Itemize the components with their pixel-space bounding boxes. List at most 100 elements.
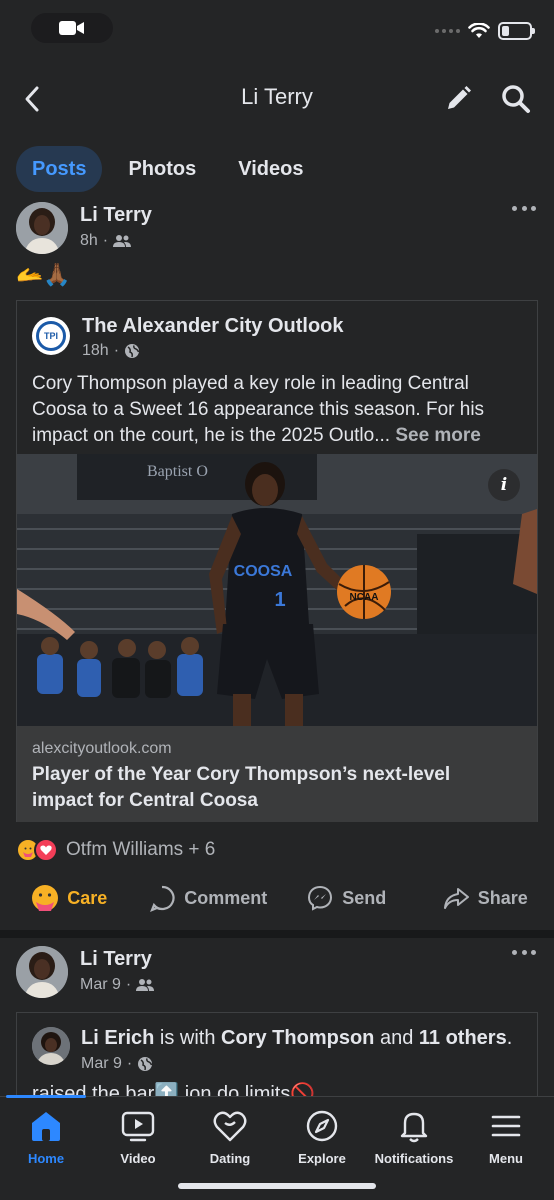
- post-time: 8h: [80, 232, 98, 249]
- post-text: 🫴🙏🏾: [16, 262, 71, 287]
- tab-posts[interactable]: Posts: [16, 146, 103, 192]
- post-actions: Care Comment Send Share: [0, 876, 554, 920]
- home-indicator[interactable]: [178, 1183, 376, 1189]
- tab-video[interactable]: Video: [92, 1109, 184, 1166]
- link-domain: alexcityoutlook.com: [32, 740, 172, 757]
- care-label: Care: [67, 887, 108, 908]
- link-title: Player of the Year Cory Thompson’s next-…: [32, 764, 451, 811]
- shared-post-text: Cory Thompson played a key role in leadi…: [32, 371, 526, 449]
- messenger-icon: [308, 885, 333, 911]
- page-logo[interactable]: TPI: [32, 317, 70, 355]
- period-text: .: [506, 1027, 513, 1049]
- share-icon: [443, 888, 469, 909]
- checkin-author[interactable]: Li Erich: [81, 1027, 154, 1049]
- pencil-icon: [448, 86, 471, 109]
- avatar[interactable]: [16, 946, 68, 998]
- banner-text: Baptist O: [147, 463, 208, 480]
- shared-post-meta: 18h ·: [82, 342, 140, 360]
- post-meta: Mar 9 ·: [80, 976, 155, 994]
- more-options-button[interactable]: [512, 950, 536, 960]
- friends-icon: [113, 235, 132, 247]
- and-text: and: [374, 1027, 419, 1049]
- tab-dating[interactable]: Dating: [184, 1109, 276, 1166]
- tagged-line: Li Erich is with Cory Thompson and 11 ot…: [81, 1027, 512, 1050]
- signal-icon: [435, 29, 460, 33]
- post-header: Li Terry 8h ·: [16, 202, 538, 258]
- separator-dot: ·: [125, 976, 132, 993]
- shared-page-name[interactable]: The Alexander City Outlook: [82, 315, 344, 338]
- shared-post-meta: Mar 9 ·: [81, 1055, 153, 1073]
- tab-notifications[interactable]: Notifications: [368, 1109, 460, 1166]
- share-label: Share: [477, 887, 528, 908]
- shared-post-time: 18h: [82, 342, 109, 359]
- separator-dot: ·: [102, 232, 109, 249]
- care-icon: [32, 885, 59, 911]
- search-icon: [502, 85, 530, 113]
- comment-label: Comment: [184, 887, 268, 908]
- link-preview[interactable]: alexcityoutlook.com Player of the Year C…: [17, 726, 537, 822]
- top-nav: Li Terry: [0, 70, 554, 128]
- jersey-text: COOSA: [234, 563, 293, 580]
- explore-icon: [306, 1110, 338, 1142]
- profile-tabs: Posts Photos Videos: [16, 146, 319, 192]
- share-button[interactable]: Share: [416, 876, 554, 920]
- page-logo-text: TPI: [36, 321, 66, 351]
- send-button[interactable]: Send: [277, 876, 416, 920]
- tab-photos[interactable]: Photos: [112, 146, 212, 192]
- separator-dot: ·: [126, 1055, 133, 1072]
- home-icon: [32, 1112, 60, 1141]
- tab-videos[interactable]: Videos: [222, 146, 319, 192]
- video-icon: [121, 1111, 155, 1142]
- shared-post[interactable]: TPI The Alexander City Outlook 18h · Cor…: [16, 300, 538, 822]
- wifi-icon: [468, 23, 490, 38]
- article-image[interactable]: Baptist O COOSA 1 NCAA i: [17, 454, 537, 726]
- shared-post[interactable]: Li Erich is with Cory Thompson and 11 ot…: [16, 1012, 538, 1102]
- tab-label: Video: [120, 1151, 156, 1166]
- jersey-number: 1: [274, 589, 285, 611]
- ball-text: NCAA: [350, 592, 379, 603]
- status-bar: [0, 0, 554, 60]
- more-options-button[interactable]: [512, 206, 536, 216]
- avatar[interactable]: [32, 1027, 70, 1065]
- send-label: Send: [342, 887, 387, 908]
- post-author[interactable]: Li Terry: [80, 948, 152, 971]
- post-header: Li Terry Mar 9 ·: [16, 946, 538, 1002]
- battery-icon: [498, 22, 535, 40]
- post-author[interactable]: Li Terry: [80, 204, 152, 227]
- video-call-indicator[interactable]: [31, 13, 113, 43]
- menu-icon: [491, 1115, 521, 1137]
- separator-dot: ·: [113, 342, 120, 359]
- globe-icon: [138, 1057, 153, 1071]
- tab-label: Dating: [209, 1151, 251, 1166]
- tab-explore[interactable]: Explore: [276, 1109, 368, 1166]
- with-text: is with: [154, 1027, 222, 1049]
- edit-button[interactable]: [442, 83, 474, 115]
- video-camera-icon: [59, 21, 84, 35]
- comment-button[interactable]: Comment: [139, 876, 278, 920]
- reactions-summary[interactable]: Otfm Williams + 6: [16, 838, 215, 862]
- post-divider: [0, 930, 554, 938]
- care-button[interactable]: Care: [0, 876, 139, 920]
- tagged-others[interactable]: 11 others: [419, 1027, 507, 1049]
- status-icons: [435, 22, 535, 40]
- see-more-link[interactable]: See more: [395, 425, 481, 446]
- tab-home[interactable]: Home: [0, 1109, 92, 1166]
- post-time: Mar 9: [80, 976, 121, 993]
- globe-icon: [125, 344, 140, 358]
- tab-label: Home: [27, 1151, 65, 1166]
- reaction-count: Otfm Williams + 6: [66, 839, 216, 860]
- friends-icon: [136, 979, 155, 991]
- post-meta: 8h ·: [80, 232, 132, 250]
- search-button[interactable]: [500, 83, 532, 115]
- tab-menu[interactable]: Menu: [460, 1109, 552, 1166]
- tagged-person[interactable]: Cory Thompson: [221, 1027, 374, 1049]
- dating-icon: [213, 1111, 247, 1142]
- comment-icon: [150, 885, 175, 912]
- love-reaction-icon: [34, 838, 58, 862]
- shared-post-header: TPI The Alexander City Outlook 18h ·: [32, 315, 522, 365]
- bell-icon: [400, 1112, 428, 1143]
- avatar[interactable]: [16, 202, 68, 254]
- info-icon[interactable]: i: [488, 469, 520, 501]
- tab-label: Notifications: [374, 1151, 454, 1166]
- active-tab-indicator: [6, 1095, 86, 1098]
